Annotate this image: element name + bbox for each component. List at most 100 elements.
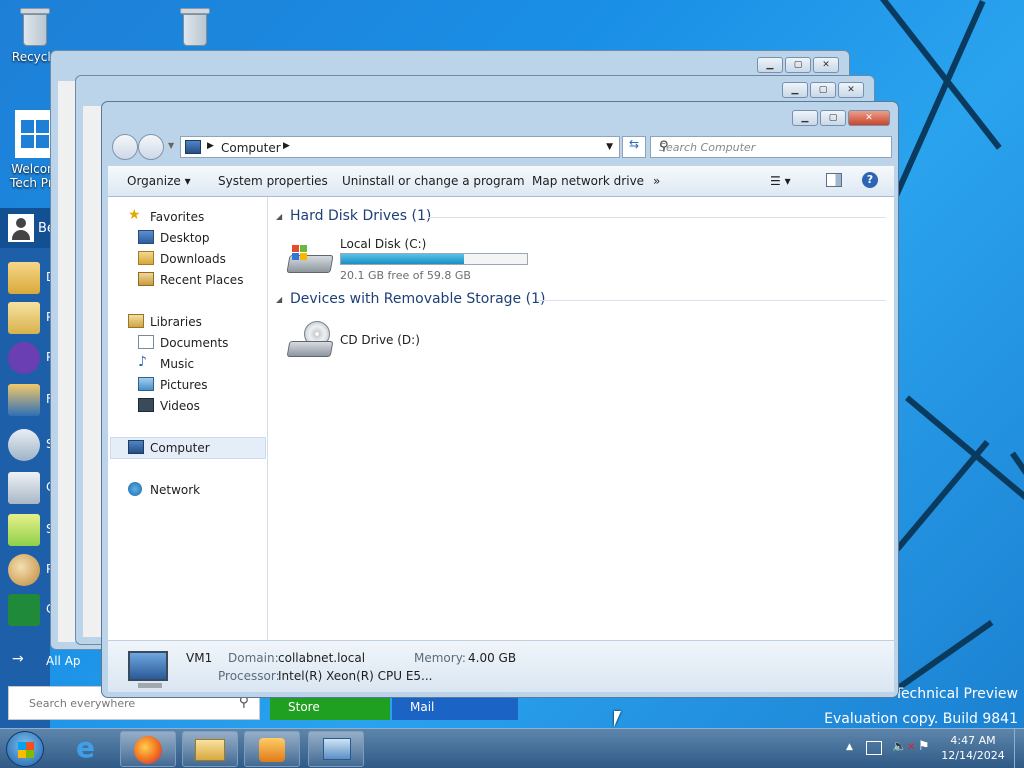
start-menu-item[interactable]: S [0,425,54,465]
drive-c-name: Local Disk (C:) [340,237,427,251]
minimize-button[interactable]: ▁ [757,57,783,73]
recent-places-icon [138,272,154,286]
documents-icon [138,335,154,349]
network-globe-icon [128,482,142,496]
caption-buttons: ▁ ▢ ✕ [757,57,839,73]
domain-label: Domain: [228,651,279,665]
action-center-flag-icon[interactable]: ⚑ [918,739,930,754]
hard-drive-windows-icon [286,241,334,277]
wallpaper-line [891,620,994,694]
start-button[interactable] [6,731,44,767]
start-menu-item[interactable]: S [0,510,54,550]
start-menu-item[interactable]: C [0,468,54,508]
preview-pane-icon[interactable] [826,173,842,187]
file-explorer-button[interactable] [182,731,238,767]
close-button[interactable]: ✕ [813,57,839,73]
start-menu-item[interactable]: C [0,590,54,630]
all-apps-button[interactable]: → All Ap [0,645,100,680]
system-properties-button[interactable]: System properties [218,174,328,188]
games-controller-icon [8,594,40,626]
taskbar: e ▲ 🔈✕ ⚑ 4:47 AM 12/14/2024 [0,728,1024,768]
help-icon[interactable]: ? [862,172,878,188]
maximize-button[interactable]: ▢ [810,82,836,98]
maximize-button[interactable]: ▢ [820,110,846,126]
watermark-line2: Evaluation copy. Build 9841 [824,711,1018,727]
wallpaper-line [905,395,1024,510]
computer-icon [128,440,144,454]
settings-gear-icon [8,342,40,374]
arrow-right-icon: → [12,651,24,667]
clock[interactable]: 4:47 AM 12/14/2024 [938,734,1008,762]
memory-label: Memory: [414,651,466,665]
show-hidden-icons-icon[interactable]: ▲ [846,742,853,752]
drive-cd-d[interactable]: CD Drive (D:) [286,317,486,363]
internet-explorer-button[interactable]: e [68,731,114,767]
maximize-button[interactable]: ▢ [785,57,811,73]
details-pane: VM1 Domain: collabnet.local Memory: 4.00… [108,640,894,692]
memory-value: 4.00 GB [468,651,517,665]
tile-store[interactable]: Store [270,696,390,720]
volume-muted-icon[interactable]: 🔈✕ [892,739,915,753]
organize-button[interactable]: Organize ▾ [127,174,191,188]
content-pane: ◢ Hard Disk Drives (1) Local Disk (C:) 2… [268,197,894,640]
media-player-button[interactable] [244,731,300,767]
windows-logo-icon [15,110,55,158]
mouse-cursor-icon [614,711,621,727]
group-divider [428,217,886,218]
show-desktop-button[interactable] [1014,729,1024,768]
minimize-button[interactable]: ▁ [782,82,808,98]
tile-mail[interactable]: Mail [392,696,518,720]
address-bar[interactable]: ▶ Computer ▶ ▼ [180,136,620,158]
start-menu-item[interactable]: D [0,258,55,298]
collapse-hdd-chevron-icon[interactable]: ◢ [276,212,282,221]
search-input[interactable]: Search Computer ⚲ [650,136,892,158]
back-button[interactable] [112,134,138,160]
start-menu-item[interactable]: P [0,338,53,378]
recycle-bin-icon [178,8,212,48]
minimize-button[interactable]: ▁ [792,110,818,126]
media-player-icon [259,738,285,762]
search-icon: ⚲ [659,139,669,154]
start-menu-user[interactable]: Be [0,208,55,248]
computer-name: VM1 [186,651,213,665]
paint-palette-icon [8,554,40,586]
command-bar: Organize ▾ System properties Uninstall o… [108,165,894,197]
start-menu-item[interactable]: P [0,298,53,338]
start-menu-item[interactable]: P [0,550,53,590]
explorer-window[interactable]: ▁ ▢ ✕ ▼ ▶ Computer ▶ ▼ ⇆ Search Computer… [101,101,899,698]
collapse-removable-chevron-icon[interactable]: ◢ [276,295,282,304]
close-button[interactable]: ✕ [848,110,890,126]
star-icon: ★ [128,207,141,223]
drive-local-disk-c[interactable]: Local Disk (C:) 20.1 GB free of 59.8 GB [286,237,536,282]
firefox-button[interactable] [120,731,176,767]
desktop-icon-recycle-bin-2[interactable] [160,8,230,50]
uninstall-program-button[interactable]: Uninstall or change a program [342,174,525,188]
firefox-icon [134,736,162,764]
forward-button[interactable] [138,134,164,160]
recent-pages-chevron-icon[interactable]: ▼ [168,141,174,150]
clock-date: 12/14/2024 [941,749,1005,762]
clock-time: 4:47 AM [950,734,996,747]
control-panel-button[interactable] [308,731,364,767]
pictures-icon [138,377,154,391]
address-dropdown-icon[interactable]: ▼ [606,142,613,152]
sticky-notes-icon [8,514,40,546]
network-tray-icon[interactable] [866,741,882,755]
start-menu-item[interactable]: F [0,380,53,420]
desktop-icon [138,230,154,244]
caption-buttons: ▁ ▢ ✕ [792,110,890,126]
refresh-button[interactable]: ⇆ [622,136,646,158]
watermark-line1: Technical Preview [894,686,1018,702]
close-button[interactable]: ✕ [838,82,864,98]
group-header-hard-disk-drives[interactable]: Hard Disk Drives (1) [290,208,431,224]
processor-label: Processor: [218,669,280,683]
breadcrumb-computer[interactable]: Computer [221,141,281,155]
computer-monitor-icon [128,651,168,681]
breadcrumb-separator-icon[interactable]: ▶ [283,141,290,151]
wallpaper-line [1010,451,1024,554]
map-network-drive-button[interactable]: Map network drive [532,174,644,188]
group-header-removable-storage[interactable]: Devices with Removable Storage (1) [290,291,545,307]
more-commands-button[interactable]: » [653,174,660,188]
change-view-icon[interactable]: ☰ ▾ [770,174,791,188]
file-explorer-icon [195,739,225,761]
